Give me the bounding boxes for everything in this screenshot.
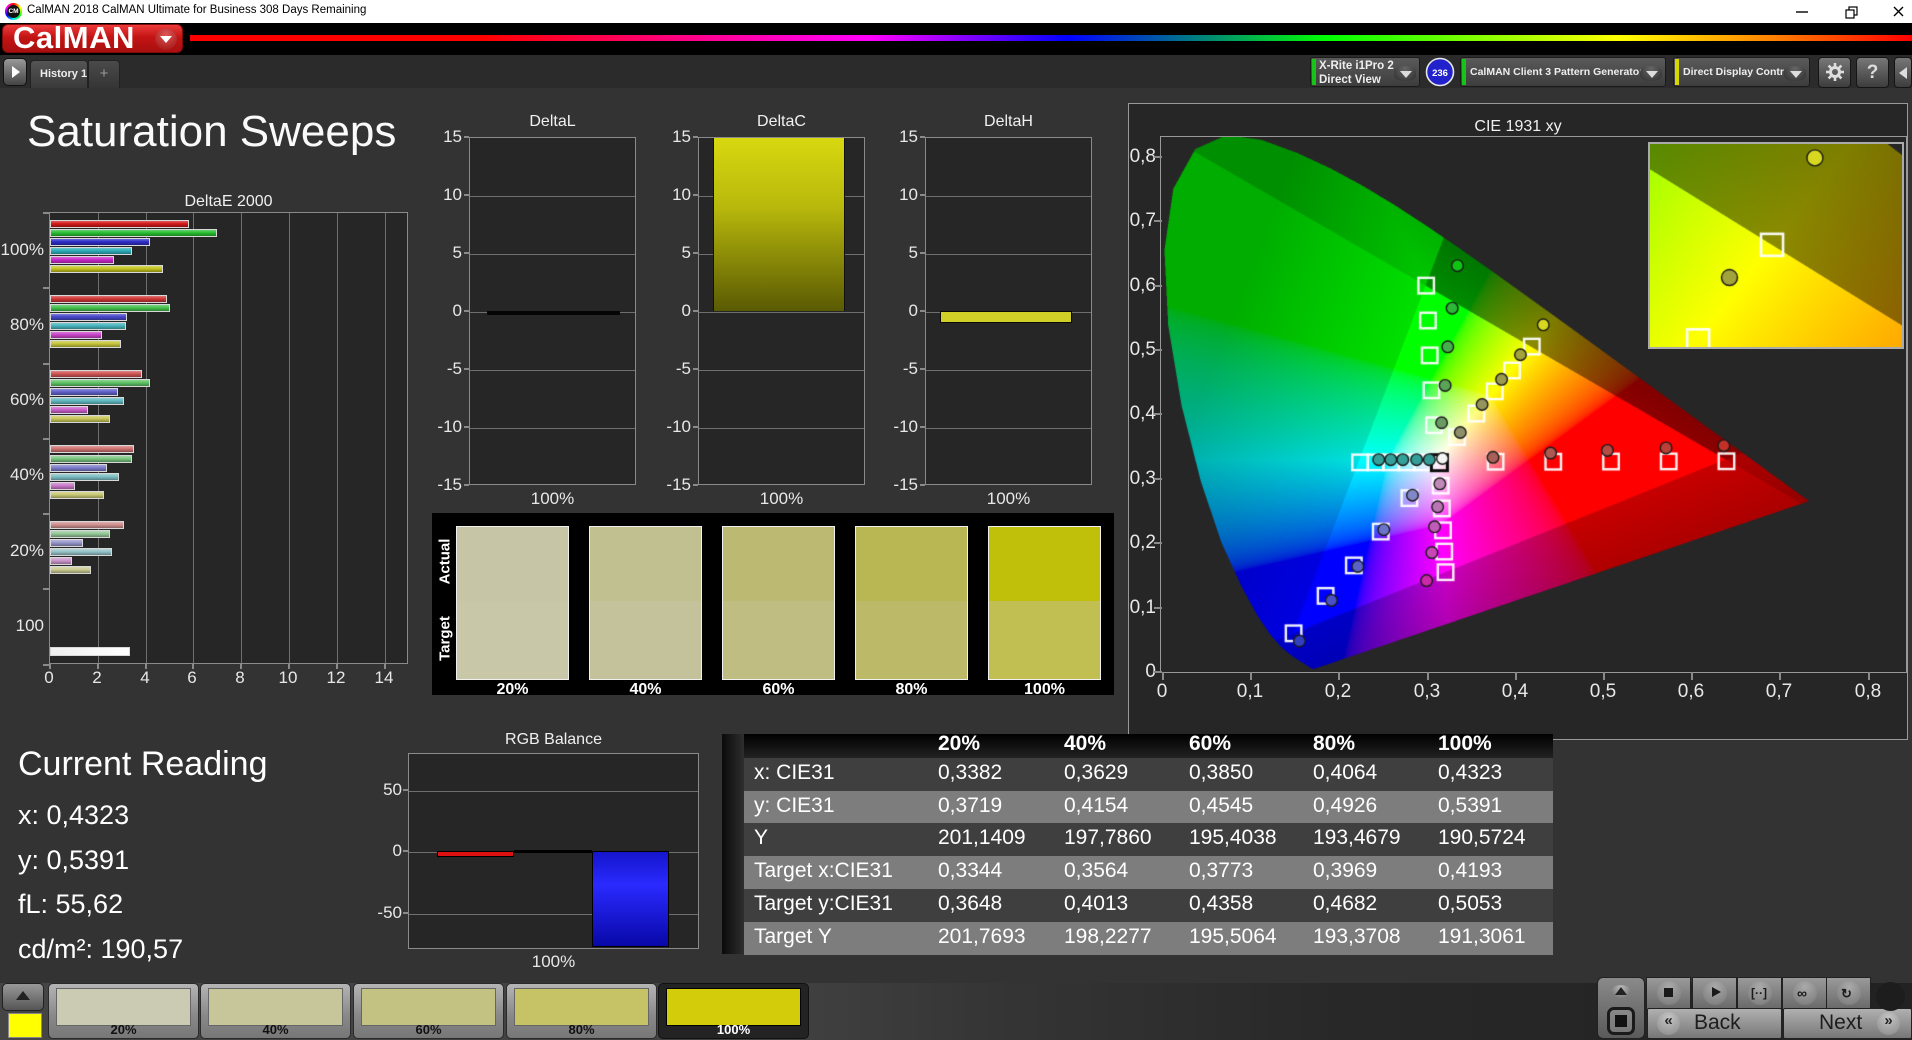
- svg-text:236: 236: [1432, 68, 1448, 79]
